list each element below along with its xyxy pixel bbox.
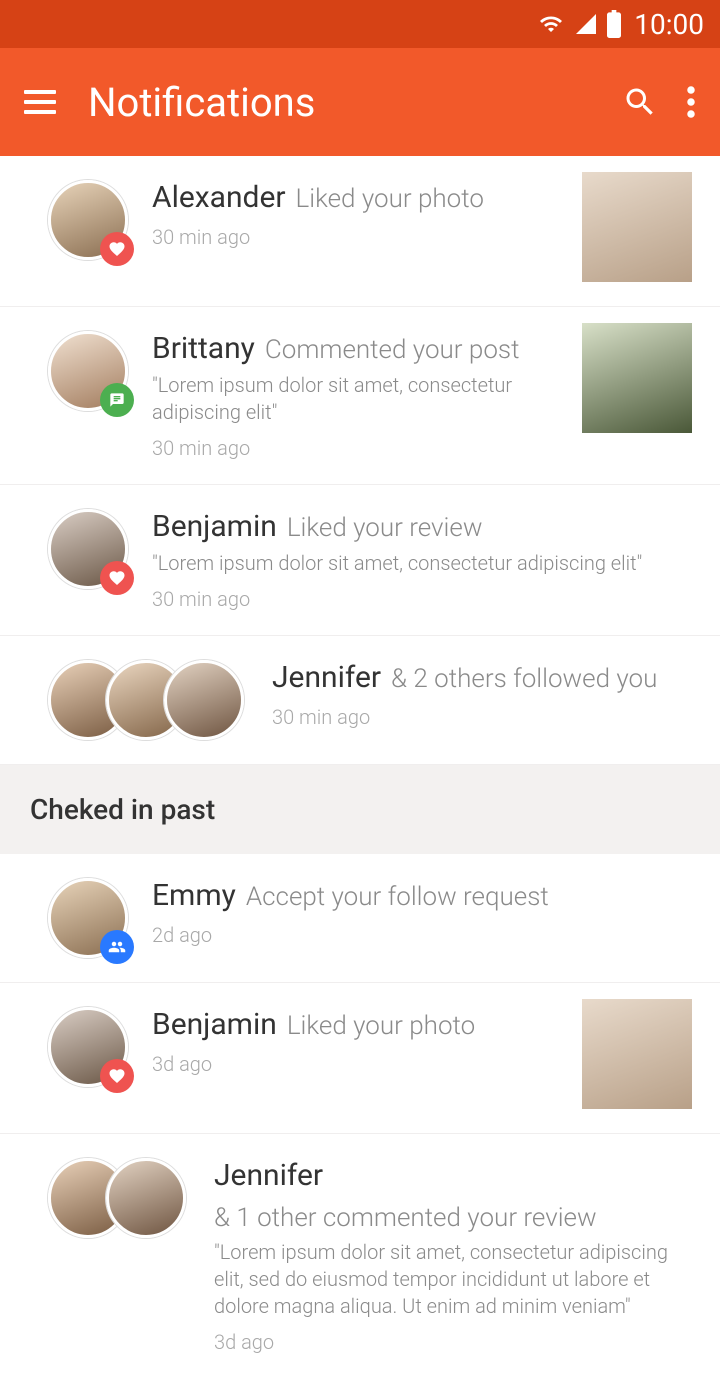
avatar-wrap xyxy=(48,1007,128,1087)
quote-text: "Lorem ipsum dolor sit amet, consectetur… xyxy=(152,372,566,426)
app-bar: Notifications xyxy=(0,48,720,156)
timestamp: 30 min ago xyxy=(272,705,692,729)
action-text: Accept your follow request xyxy=(246,882,549,912)
user-name: Jennifer xyxy=(272,660,381,695)
notification-item[interactable]: Emmy Accept your follow request 2d ago xyxy=(0,854,720,983)
wifi-icon xyxy=(536,12,566,36)
thumbnail[interactable] xyxy=(582,999,692,1109)
timestamp: 3d ago xyxy=(214,1330,692,1354)
status-bar: 10:00 xyxy=(0,0,720,48)
user-name: Emmy xyxy=(152,878,236,913)
notification-item[interactable]: Benjamin Liked your review "Lorem ipsum d… xyxy=(0,485,720,636)
action-text: Liked your photo xyxy=(296,184,484,214)
avatar[interactable] xyxy=(106,1158,186,1238)
people-icon xyxy=(100,930,134,964)
search-icon[interactable] xyxy=(622,84,658,120)
avatar-wrap xyxy=(48,509,128,589)
quote-text: "Lorem ipsum dolor sit amet, consectetur… xyxy=(152,550,692,577)
avatar-wrap xyxy=(48,331,128,411)
avatar-group xyxy=(48,1158,186,1238)
heart-icon xyxy=(100,561,134,595)
menu-icon[interactable] xyxy=(24,90,56,114)
notification-item[interactable]: Jennifer& 1 other commented your review … xyxy=(0,1134,720,1378)
timestamp: 30 min ago xyxy=(152,225,566,249)
section-header: Cheked in past xyxy=(0,765,720,854)
timestamp: 30 min ago xyxy=(152,587,692,611)
status-time: 10:00 xyxy=(634,8,704,41)
user-name: Benjamin xyxy=(152,509,277,544)
timestamp: 2d ago xyxy=(152,923,692,947)
notification-item[interactable]: Benjamin Liked your photo 3d ago xyxy=(0,983,720,1134)
notification-item[interactable]: Jennifer & 2 others followed you 30 min a… xyxy=(0,636,720,765)
avatar-group xyxy=(48,660,244,740)
avatar-wrap xyxy=(48,878,128,958)
more-icon[interactable] xyxy=(686,84,696,120)
user-name: Jennifer xyxy=(214,1158,323,1193)
notifications-list: Alexander Liked your photo 30 min ago Bri… xyxy=(0,156,720,1378)
cell-signal-icon xyxy=(574,12,598,36)
action-text: Liked your photo xyxy=(287,1011,475,1041)
notification-item[interactable]: Brittany Commented your post "Lorem ipsum… xyxy=(0,307,720,485)
battery-icon xyxy=(606,10,622,38)
user-name: Alexander xyxy=(152,180,286,215)
action-text: Liked your review xyxy=(287,513,483,543)
avatar[interactable] xyxy=(164,660,244,740)
thumbnail[interactable] xyxy=(582,323,692,433)
timestamp: 30 min ago xyxy=(152,436,566,460)
notification-item[interactable]: Alexander Liked your photo 30 min ago xyxy=(0,156,720,307)
avatar-wrap xyxy=(48,180,128,260)
action-text: & 1 other commented your review xyxy=(214,1203,597,1233)
page-title: Notifications xyxy=(88,79,622,126)
heart-icon xyxy=(100,1059,134,1093)
action-text: & 2 others followed you xyxy=(391,664,657,694)
user-name: Benjamin xyxy=(152,1007,277,1042)
user-name: Brittany xyxy=(152,331,255,366)
timestamp: 3d ago xyxy=(152,1052,566,1076)
comment-icon xyxy=(100,383,134,417)
heart-icon xyxy=(100,232,134,266)
action-text: Commented your post xyxy=(265,335,520,365)
thumbnail[interactable] xyxy=(582,172,692,282)
